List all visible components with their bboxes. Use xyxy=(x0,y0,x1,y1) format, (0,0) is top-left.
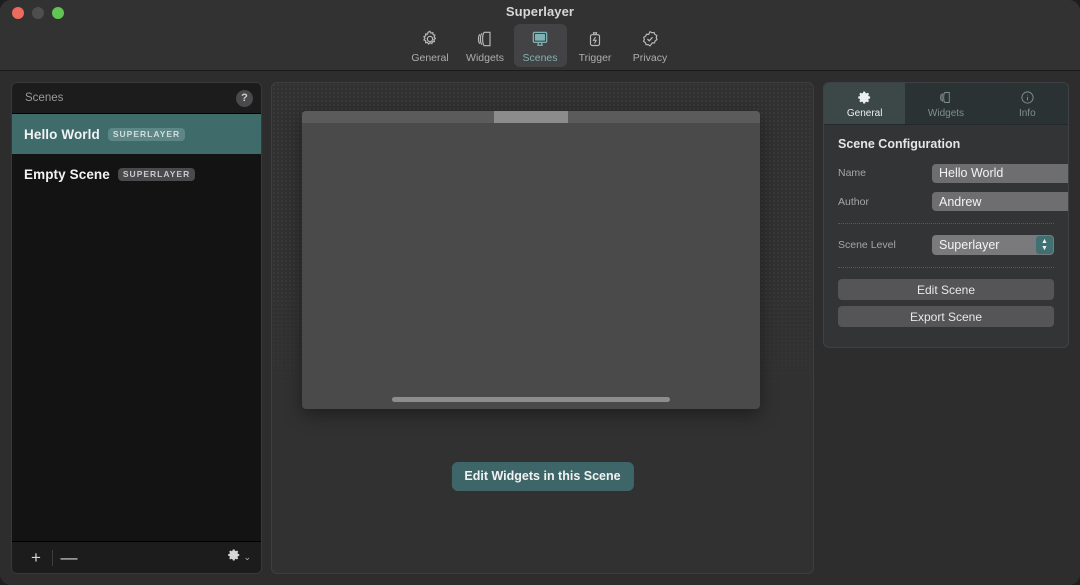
scene-name: Hello World xyxy=(24,127,100,142)
list-item[interactable]: Hello World SUPERLAYER xyxy=(12,114,261,154)
author-input[interactable] xyxy=(932,192,1069,211)
window-title: Superlayer xyxy=(0,4,1080,19)
divider xyxy=(838,267,1054,268)
gear-icon xyxy=(227,548,241,567)
info-circle-icon xyxy=(1020,89,1035,107)
tab-label-general: General xyxy=(847,108,883,119)
preview-dock xyxy=(392,397,670,402)
preview-notch xyxy=(494,111,568,123)
divider xyxy=(838,223,1054,224)
list-item[interactable]: Empty Scene SUPERLAYER xyxy=(12,154,261,194)
scene-options-button[interactable]: ⌄ xyxy=(227,548,251,567)
chevron-down-icon: ⌄ xyxy=(243,552,251,563)
inspector-panel: General Widgets xyxy=(823,82,1069,348)
status-badge: SUPERLAYER xyxy=(108,128,185,141)
field-row-scene-level: Scene Level Superlayer ▲ ▼ xyxy=(838,235,1054,255)
inspector-body: Scene Configuration Name Author xyxy=(824,125,1068,347)
sidebar-title: Scenes xyxy=(25,92,236,104)
toolbar-item-trigger[interactable]: Trigger xyxy=(569,24,622,67)
checkmark-seal-icon xyxy=(640,28,660,50)
toolbar-item-general[interactable]: General xyxy=(404,24,457,67)
tab-widgets[interactable]: Widgets xyxy=(905,83,986,124)
scene-list: Hello World SUPERLAYER Empty Scene SUPER… xyxy=(12,114,261,541)
toolbar-label-scenes: Scenes xyxy=(522,52,557,64)
scene-preview-panel: Edit Widgets in this Scene xyxy=(271,82,814,574)
sidebar-header: Scenes ? xyxy=(12,83,261,114)
toolbar-label-general: General xyxy=(411,52,448,64)
export-scene-button[interactable]: Export Scene xyxy=(838,306,1054,327)
chevron-updown-icon: ▲ ▼ xyxy=(1036,236,1053,254)
field-row-author: Author xyxy=(838,192,1054,211)
status-badge: SUPERLAYER xyxy=(118,168,195,181)
tab-general[interactable]: General xyxy=(824,83,905,124)
edit-widgets-button[interactable]: Edit Widgets in this Scene xyxy=(451,462,633,491)
layers-icon xyxy=(938,89,953,107)
preferences-toolbar: General Widgets xyxy=(0,24,1080,67)
scenes-sidebar: Scenes ? Hello World SUPERLAYER Empty Sc… xyxy=(11,82,262,574)
tab-info[interactable]: Info xyxy=(987,83,1068,124)
toolbar-label-widgets: Widgets xyxy=(466,52,504,64)
chevron-up-glyph: ▲ xyxy=(1041,239,1048,245)
chevron-down-glyph: ▼ xyxy=(1041,246,1048,252)
author-label: Author xyxy=(838,196,926,208)
layers-icon xyxy=(475,28,495,50)
gear-icon xyxy=(420,28,440,50)
edit-scene-button[interactable]: Edit Scene xyxy=(838,279,1054,300)
name-input[interactable] xyxy=(932,164,1069,183)
section-title: Scene Configuration xyxy=(838,137,1054,151)
inspector-tabs: General Widgets xyxy=(824,83,1068,125)
app-window: Superlayer General xyxy=(0,0,1080,585)
preview-menubar xyxy=(302,111,760,123)
toolbar-item-widgets[interactable]: Widgets xyxy=(459,24,512,67)
remove-scene-button[interactable]: — xyxy=(55,546,83,570)
field-row-name: Name xyxy=(838,163,1054,183)
toolbar-label-privacy: Privacy xyxy=(633,52,667,64)
footer-divider xyxy=(52,550,53,566)
display-icon xyxy=(530,28,550,50)
toolbar-item-privacy[interactable]: Privacy xyxy=(624,24,677,67)
toolbar-item-scenes[interactable]: Scenes xyxy=(514,24,567,67)
display-preview[interactable] xyxy=(302,111,760,409)
help-icon[interactable]: ? xyxy=(236,90,253,107)
scene-level-value: Superlayer xyxy=(939,238,1036,252)
toolbar-label-trigger: Trigger xyxy=(579,52,612,64)
content-area: Scenes ? Hello World SUPERLAYER Empty Sc… xyxy=(0,71,1080,585)
gear-icon xyxy=(857,89,872,107)
tab-label-widgets: Widgets xyxy=(928,108,964,119)
name-label: Name xyxy=(838,167,926,179)
titlebar: Superlayer General xyxy=(0,0,1080,71)
add-scene-button[interactable]: + xyxy=(22,546,50,570)
scene-level-label: Scene Level xyxy=(838,239,926,251)
bolt-battery-icon xyxy=(585,28,605,50)
scene-name: Empty Scene xyxy=(24,167,110,182)
tab-label-info: Info xyxy=(1019,108,1036,119)
scene-level-select[interactable]: Superlayer ▲ ▼ xyxy=(932,235,1054,255)
sidebar-footer: + — ⌄ xyxy=(12,541,261,573)
